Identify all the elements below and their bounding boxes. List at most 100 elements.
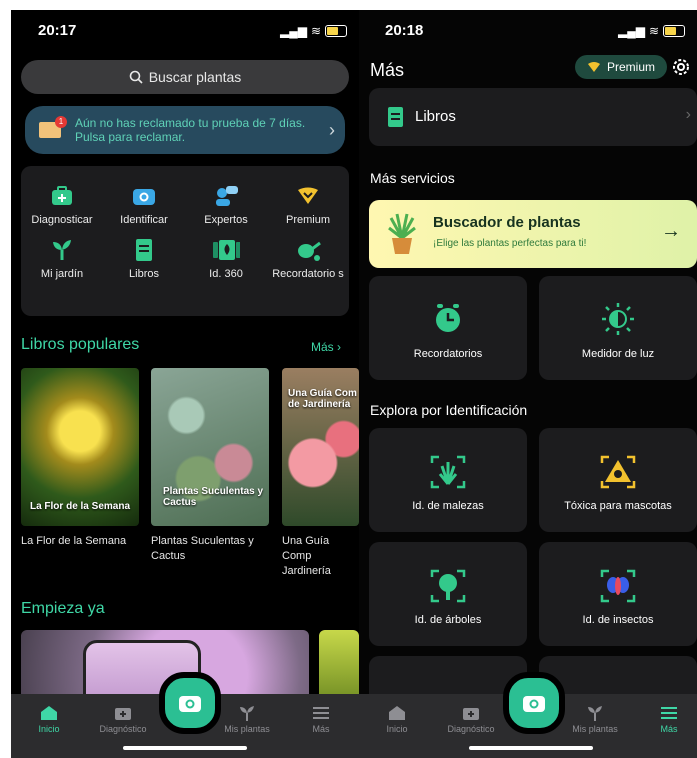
- action-label: Id. 360: [209, 268, 243, 280]
- action-books[interactable]: Libros: [103, 236, 185, 280]
- tab-my-plants[interactable]: Mis plantas: [217, 704, 277, 734]
- sprout-icon: [565, 704, 625, 722]
- action-id360[interactable]: Id. 360: [185, 236, 267, 280]
- tab-home[interactable]: Inicio: [367, 704, 427, 734]
- more-services-title: Más servicios: [370, 170, 455, 186]
- sprout-icon: [48, 236, 76, 264]
- tab-more[interactable]: Más: [639, 704, 697, 734]
- explore-label: Tóxica para mascotas: [564, 500, 672, 512]
- search-icon: [129, 70, 143, 84]
- expert-chat-icon: [212, 182, 240, 210]
- more-screen: 20:18 ▂▄▆ ≋ Más Premium Libros › Más ser…: [359, 10, 697, 758]
- action-label: Premium: [285, 214, 330, 226]
- bug-icon: [539, 568, 697, 604]
- first-aid-kit-icon: [93, 704, 153, 722]
- tree-icon: [369, 568, 527, 604]
- chevron-right-icon: ›: [685, 106, 691, 123]
- wifi-icon: ≋: [310, 24, 321, 38]
- action-identify[interactable]: Identificar: [103, 182, 185, 226]
- premium-heart-icon: [294, 182, 322, 210]
- service-light-meter[interactable]: Medidor de luz: [539, 276, 697, 380]
- light-meter-icon: [539, 302, 697, 336]
- settings-button[interactable]: [671, 57, 691, 82]
- camera-button[interactable]: [159, 672, 221, 734]
- tab-diagnosis[interactable]: Diagnóstico: [93, 704, 153, 734]
- camera-button[interactable]: [503, 672, 565, 734]
- explore-label: Id. de malezas: [412, 500, 484, 512]
- tab-label: Inicio: [386, 724, 408, 734]
- explore-insect-id[interactable]: Id. de insectos: [539, 542, 697, 646]
- status-bar: 20:18 ▂▄▆ ≋: [359, 10, 697, 50]
- first-aid-kit-icon: [48, 182, 76, 210]
- weed-icon: [369, 454, 527, 490]
- list-icon: [291, 704, 351, 722]
- status-icons: ▂▄▆ ≋: [280, 24, 347, 38]
- camera-icon: [130, 182, 158, 210]
- tab-label: Más: [312, 724, 330, 734]
- book-card[interactable]: Una Guía Com de Jardinería Una Guía Comp…: [282, 368, 359, 579]
- action-experts[interactable]: Expertos: [185, 182, 267, 226]
- home-indicator: [123, 746, 247, 750]
- camera-icon: [523, 696, 545, 712]
- popular-books-more-link[interactable]: Más ›: [311, 340, 341, 354]
- search-placeholder: Buscar plantas: [148, 69, 242, 85]
- home-indicator: [469, 746, 593, 750]
- books-row[interactable]: Libros ›: [369, 88, 697, 146]
- action-label: Mi jardín: [40, 268, 84, 280]
- tab-my-plants[interactable]: Mis plantas: [565, 704, 625, 734]
- gear-icon: [673, 59, 689, 75]
- action-diagnose[interactable]: Diagnosticar: [21, 182, 103, 226]
- book-cover: Plantas Suculentas y Cactus: [151, 368, 269, 526]
- book-cover: Una Guía Com de Jardinería: [282, 368, 359, 526]
- action-reminders[interactable]: Recordatorio s: [267, 236, 349, 280]
- book-card[interactable]: La Flor de la Semana La Flor de la Seman…: [21, 368, 141, 549]
- camera-icon: [179, 696, 201, 712]
- get-started-title: Empieza ya: [21, 600, 105, 617]
- action-label: Recordatorio s: [272, 268, 344, 280]
- tab-diagnosis[interactable]: Diagnóstico: [441, 704, 501, 734]
- battery-icon: [663, 25, 685, 37]
- books-row-label: Libros: [415, 108, 456, 125]
- book-cover: La Flor de la Semana: [21, 368, 139, 526]
- battery-icon: [325, 25, 347, 37]
- status-bar: 20:17 ▂▄▆ ≋: [11, 10, 359, 50]
- home-screen: 20:17 ▂▄▆ ≋ Buscar plantas 1 Aún no has …: [11, 10, 359, 758]
- book-name: Una Guía Comp Jardinería: [282, 535, 331, 577]
- book-cover-title: Una Guía Com de Jardinería: [288, 388, 357, 410]
- explore-weed-id[interactable]: Id. de malezas: [369, 428, 527, 532]
- explore-label: Id. de árboles: [414, 614, 482, 626]
- action-my-garden[interactable]: Mi jardín: [21, 236, 103, 280]
- explore-pet-toxic[interactable]: Tóxica para mascotas: [539, 428, 697, 532]
- book-cover-title: Plantas Suculentas y Cactus: [163, 486, 264, 508]
- trial-banner[interactable]: 1 Aún no has reclamado tu prueba de 7 dí…: [25, 106, 345, 154]
- tab-label: Mis plantas: [224, 724, 270, 734]
- mail-icon: 1: [39, 116, 67, 138]
- book-name: Plantas Suculentas y Cactus: [151, 535, 254, 562]
- popular-books-title: Libros populares: [21, 336, 140, 353]
- quick-actions-card: Diagnosticar Identificar Expertos Premiu…: [21, 166, 349, 316]
- search-bar[interactable]: Buscar plantas: [21, 60, 349, 94]
- premium-heart-icon: [587, 62, 600, 72]
- page-title: Más: [370, 60, 405, 80]
- book-card[interactable]: Plantas Suculentas y Cactus Plantas Sucu…: [151, 368, 271, 564]
- tab-bar: Inicio Diagnóstico Mis plantas Más: [359, 672, 697, 758]
- id360-icon: [212, 236, 240, 264]
- premium-button[interactable]: Premium: [575, 55, 667, 79]
- arrow-right-icon: →: [661, 220, 681, 242]
- tab-label: Más: [660, 724, 678, 734]
- plant-finder-banner[interactable]: Buscador de plantas ¡Elige las plantas p…: [369, 200, 697, 268]
- chevron-right-icon: ›: [329, 119, 335, 140]
- tab-home[interactable]: Inicio: [19, 704, 79, 734]
- potted-plant-icon: [388, 213, 416, 254]
- explore-tree-id[interactable]: Id. de árboles: [369, 542, 527, 646]
- notification-badge: 1: [55, 116, 67, 128]
- action-label: Diagnosticar: [31, 214, 93, 226]
- service-label: Recordatorios: [413, 348, 483, 360]
- book-cover-title: La Flor de la Semana: [29, 501, 131, 512]
- trial-banner-text: Aún no has reclamado tu prueba de 7 días…: [75, 116, 306, 144]
- action-premium[interactable]: Premium: [267, 182, 349, 226]
- toxic-icon: [539, 454, 697, 490]
- tab-label: Inicio: [38, 724, 60, 734]
- service-reminders[interactable]: Recordatorios: [369, 276, 527, 380]
- tab-more[interactable]: Más: [291, 704, 351, 734]
